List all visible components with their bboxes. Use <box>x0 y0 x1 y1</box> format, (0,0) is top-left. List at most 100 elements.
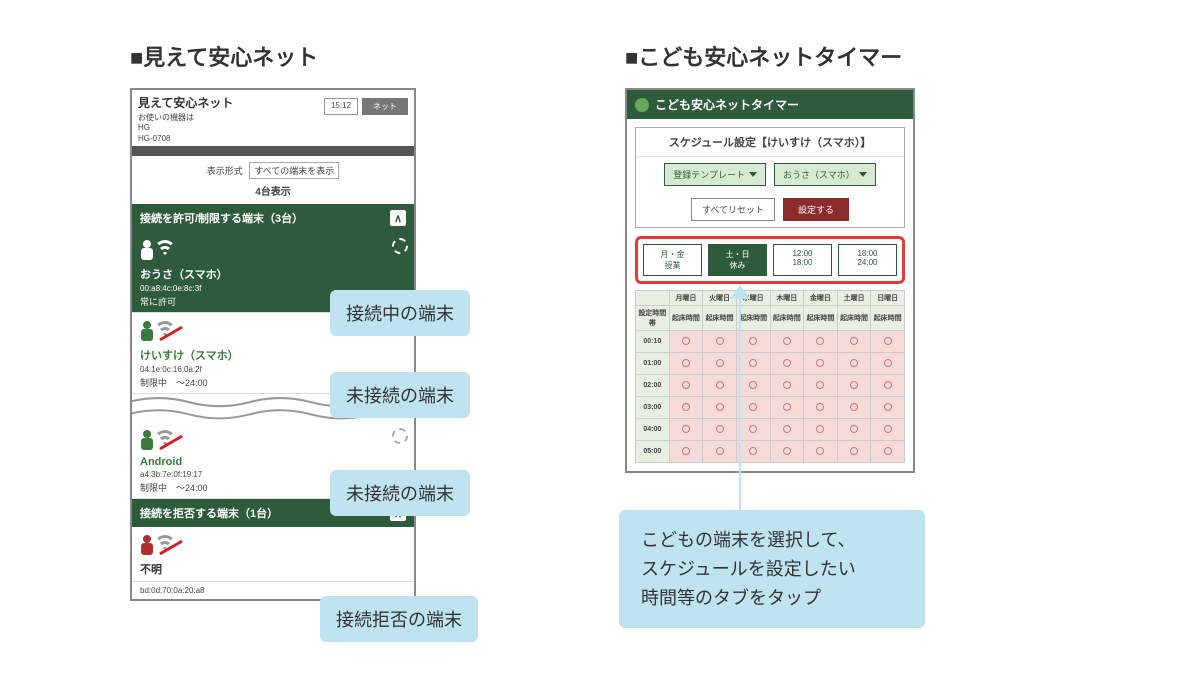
subtitle-line1: お使いの機器は <box>138 113 194 122</box>
device-dropdown[interactable]: おうさ（スマホ） <box>774 163 876 186</box>
row-header-label: 設定時間帯 <box>636 306 670 331</box>
restricted-icon <box>884 425 892 433</box>
schedule-cell[interactable] <box>837 397 871 419</box>
tab-weekend[interactable]: 土・日休み <box>708 244 767 276</box>
schedule-cell[interactable] <box>736 353 770 375</box>
schedule-cell[interactable] <box>669 353 703 375</box>
schedule-cell[interactable] <box>669 331 703 353</box>
day-col: 日曜日 <box>871 291 905 306</box>
schedule-cell[interactable] <box>770 375 804 397</box>
reset-button[interactable]: すべてリセット <box>691 198 775 221</box>
schedule-cell[interactable] <box>703 353 737 375</box>
restricted-icon <box>850 381 858 389</box>
schedule-cell[interactable] <box>703 375 737 397</box>
schedule-cell[interactable] <box>871 353 905 375</box>
schedule-cell[interactable] <box>837 331 871 353</box>
schedule-cell[interactable] <box>804 331 838 353</box>
restricted-icon <box>783 337 791 345</box>
sub-col: 起床時間 <box>837 306 871 331</box>
right-titlebar-text: こども安心ネットタイマー <box>655 96 799 113</box>
schedule-cell[interactable] <box>669 397 703 419</box>
restricted-icon <box>716 447 724 455</box>
tab-weekday[interactable]: 月・金授業 <box>643 244 702 276</box>
schedule-cell[interactable] <box>770 353 804 375</box>
hour-label: 03:00 <box>636 397 670 419</box>
schedule-row: 04:00 <box>636 419 905 441</box>
restricted-icon <box>783 447 791 455</box>
schedule-cell[interactable] <box>804 419 838 441</box>
pointer-line <box>739 298 741 513</box>
template-dropdown[interactable]: 登録テンプレート <box>664 163 766 186</box>
restricted-icon <box>884 403 892 411</box>
schedule-cell[interactable] <box>736 375 770 397</box>
person-icon <box>140 430 154 452</box>
schedule-cell[interactable] <box>804 375 838 397</box>
restricted-icon <box>816 381 824 389</box>
right-titlebar: こども安心ネットタイマー <box>627 90 913 119</box>
callout-denied: 接続拒否の端末 <box>320 596 478 642</box>
schedule-cell[interactable] <box>770 331 804 353</box>
schedule-grid: 月曜日 火曜日 水曜日 木曜日 金曜日 土曜日 日曜日 設定時間帯 起床時間 起… <box>635 290 905 463</box>
schedule-cell[interactable] <box>669 441 703 463</box>
hour-label: 05:00 <box>636 441 670 463</box>
schedule-cell[interactable] <box>871 397 905 419</box>
filter-select[interactable]: すべての端末を表示 <box>249 162 339 179</box>
schedule-cell[interactable] <box>736 397 770 419</box>
schedule-cell[interactable] <box>804 441 838 463</box>
day-col: 木曜日 <box>770 291 804 306</box>
schedule-row: 02:00 <box>636 375 905 397</box>
schedule-cell[interactable] <box>736 331 770 353</box>
tab-afternoon[interactable]: 12:0018:00 <box>773 244 832 276</box>
left-section: ■見えて安心ネット 見えて安心ネット お使いの機器は HG HG-0708 15… <box>130 40 530 601</box>
app-title: 見えて安心ネット <box>138 94 233 111</box>
dark-divider-bar <box>132 146 414 156</box>
schedule-cell[interactable] <box>871 375 905 397</box>
schedule-cell[interactable] <box>837 419 871 441</box>
restricted-icon <box>884 447 892 455</box>
group-allowed-header[interactable]: 接続を許可/制限する端末（3台） ∧ <box>132 204 414 232</box>
callout-disconnected-2: 未接続の端末 <box>330 470 470 516</box>
apply-button[interactable]: 設定する <box>783 198 849 221</box>
restricted-icon <box>884 359 892 367</box>
schedule-cell[interactable] <box>804 353 838 375</box>
schedule-row: 00:10 <box>636 331 905 353</box>
schedule-cell[interactable] <box>669 419 703 441</box>
schedule-cell[interactable] <box>703 397 737 419</box>
day-col: 土曜日 <box>837 291 871 306</box>
schedule-cell[interactable] <box>770 397 804 419</box>
schedule-cell[interactable] <box>770 419 804 441</box>
schedule-cell[interactable] <box>669 375 703 397</box>
device-name: おうさ（スマホ） <box>140 266 406 282</box>
restricted-icon <box>716 403 724 411</box>
time-badge: 15:12 <box>324 98 358 115</box>
schedule-cell[interactable] <box>736 441 770 463</box>
restricted-icon <box>884 381 892 389</box>
day-col: 金曜日 <box>804 291 838 306</box>
schedule-cell[interactable] <box>703 441 737 463</box>
schedule-cell[interactable] <box>770 441 804 463</box>
tab-evening[interactable]: 18:0024:00 <box>838 244 897 276</box>
restricted-icon <box>783 381 791 389</box>
restricted-icon <box>682 403 690 411</box>
restricted-icon <box>850 359 858 367</box>
schedule-cell[interactable] <box>871 441 905 463</box>
schedule-row: 05:00 <box>636 441 905 463</box>
collapse-icon[interactable]: ∧ <box>390 210 406 226</box>
restricted-icon <box>816 359 824 367</box>
schedule-cell[interactable] <box>703 419 737 441</box>
schedule-cell[interactable] <box>837 375 871 397</box>
subtitle-line3: HG-0708 <box>138 134 170 143</box>
schedule-cell[interactable] <box>871 331 905 353</box>
pointer-arrow-icon <box>730 285 750 299</box>
schedule-cell[interactable] <box>837 353 871 375</box>
schedule-cell[interactable] <box>837 441 871 463</box>
schedule-cell[interactable] <box>736 419 770 441</box>
net-button[interactable]: ネット <box>362 98 408 115</box>
chevron-down-icon <box>859 172 867 177</box>
schedule-cell[interactable] <box>804 397 838 419</box>
schedule-cell[interactable] <box>703 331 737 353</box>
restricted-icon <box>816 337 824 345</box>
group-allowed-title: 接続を許可/制限する端末（3台） <box>140 210 303 226</box>
device-row-denied[interactable]: 不明 <box>132 527 414 582</box>
schedule-cell[interactable] <box>871 419 905 441</box>
